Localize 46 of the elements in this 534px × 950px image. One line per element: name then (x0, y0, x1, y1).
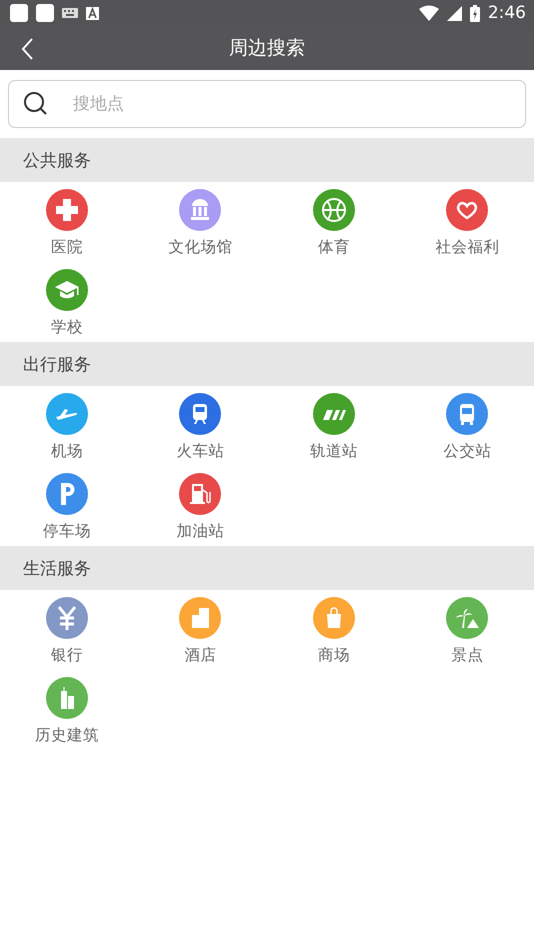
cross-icon (46, 189, 88, 231)
yen-icon (46, 597, 88, 639)
category-item[interactable]: 社会福利 (400, 182, 534, 262)
section-header: 公共服务 (0, 138, 534, 182)
input-method-icon (86, 6, 99, 20)
skyscraper-icon (46, 677, 88, 719)
wifi-icon (418, 5, 439, 21)
airplane-icon (46, 393, 88, 435)
museum-icon (179, 189, 222, 231)
keyboard-icon (62, 8, 78, 18)
category-item[interactable]: 景点 (400, 590, 534, 670)
graduation-cap-icon (46, 269, 88, 311)
category-item[interactable]: 历史建筑 (0, 670, 134, 750)
bus-icon (446, 393, 488, 435)
category-item[interactable]: 加油站 (134, 466, 267, 546)
parking-icon (46, 473, 88, 515)
section-header: 出行服务 (0, 342, 534, 386)
category-item[interactable]: 体育 (267, 182, 400, 262)
section-header: 生活服务 (0, 546, 534, 590)
page-title: 周边搜索 (229, 36, 305, 61)
category-item[interactable]: 机场 (0, 386, 134, 466)
category-item[interactable]: 火车站 (134, 386, 267, 466)
category-item[interactable]: 公交站 (400, 386, 534, 466)
tram-icon (312, 393, 355, 435)
notification-icon (10, 4, 28, 22)
category-item[interactable]: 停车场 (0, 466, 134, 546)
category-item[interactable]: 银行 (0, 590, 134, 670)
office-building-icon (179, 597, 222, 639)
basketball-icon (312, 189, 355, 231)
notification-icon (36, 4, 54, 22)
status-time: 2:46 (488, 3, 526, 23)
category-item[interactable]: 商场 (267, 590, 400, 670)
category-item[interactable]: 学校 (0, 262, 134, 342)
palm-tree-icon (446, 597, 488, 639)
battery-icon (470, 4, 480, 22)
category-item[interactable]: 酒店 (134, 590, 267, 670)
signal-icon (446, 6, 462, 20)
category-item[interactable]: 医院 (0, 182, 134, 262)
train-icon (179, 393, 222, 435)
chevron-left-icon (20, 37, 34, 61)
category-item[interactable]: 轨道站 (267, 386, 400, 466)
shopping-bag-icon (312, 597, 355, 639)
category-item[interactable]: 文化场馆 (134, 182, 267, 262)
search-icon (23, 91, 49, 117)
search-bar[interactable]: 搜地点 (8, 80, 526, 128)
fuel-pump-icon (179, 473, 222, 515)
